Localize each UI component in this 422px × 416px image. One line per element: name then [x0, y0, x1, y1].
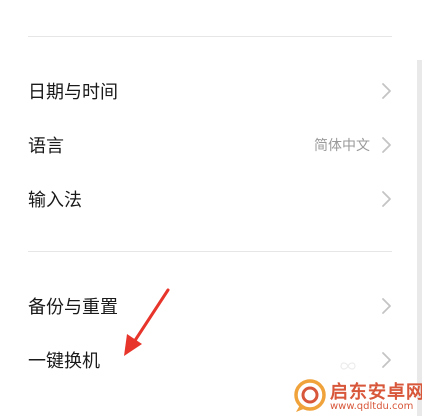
red-arrow-icon [124, 288, 170, 356]
speech-bubble-logo-icon [294, 379, 326, 412]
chevron-right-icon [382, 191, 391, 207]
settings-item-label: 语言 [28, 136, 64, 157]
watermark-url: www.qdltdu.com [330, 401, 414, 412]
divider-section [28, 251, 392, 252]
faint-infinity-mark [340, 362, 356, 370]
settings-item-input-method[interactable]: 输入法 [0, 174, 412, 224]
divider-top [28, 36, 392, 37]
settings-item-label: 备份与重置 [28, 297, 118, 318]
settings-item-date-time[interactable]: 日期与时间 [0, 66, 412, 116]
chevron-right-icon [382, 137, 391, 153]
settings-item-label: 一键换机 [28, 351, 100, 372]
chevron-right-icon [382, 298, 391, 314]
settings-item-language[interactable]: 语言 简体中文 [0, 120, 412, 170]
settings-screen: 日期与时间 语言 简体中文 输入法 备份与重置 一键换机 启东安卓网 www.q… [0, 0, 422, 416]
settings-item-label: 输入法 [28, 190, 82, 211]
watermark: 启东安卓网 www.qdltdu.com [292, 376, 422, 416]
chevron-right-icon [382, 83, 391, 99]
scrollbar[interactable] [417, 60, 422, 416]
chevron-right-icon [382, 352, 391, 368]
settings-item-backup-reset[interactable]: 备份与重置 [0, 281, 412, 331]
settings-item-label: 日期与时间 [28, 82, 118, 103]
language-value: 简体中文 [314, 138, 370, 154]
